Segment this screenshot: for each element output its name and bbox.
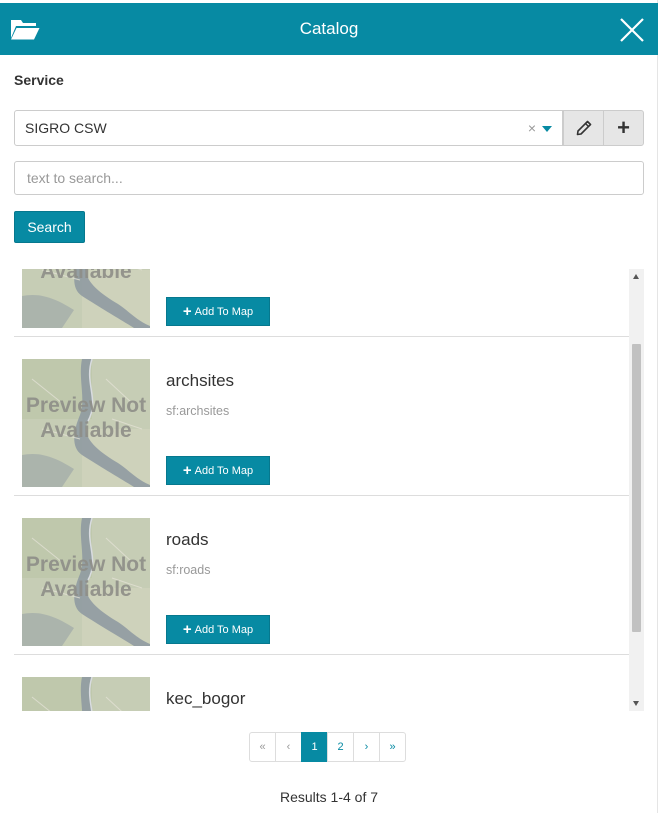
prev-page-button[interactable]: ‹ <box>275 732 302 762</box>
search-button[interactable]: Search <box>14 211 85 243</box>
plus-icon: + <box>182 303 192 320</box>
preview-text-line: Avaliable <box>40 578 132 601</box>
record-title: roads <box>166 530 209 549</box>
results-list: Preview NotAvaliable+Add To Map Preview … <box>14 269 629 711</box>
chevron-down-icon[interactable] <box>542 126 552 132</box>
edit-service-button[interactable] <box>563 110 604 146</box>
first-page-button[interactable]: « <box>249 732 276 762</box>
add-to-map-label: Add To Map <box>194 306 254 318</box>
record-thumbnail: Preview NotAvaliable <box>22 269 150 328</box>
record-item: Preview Not Avaliable archsites sf:archsite… <box>14 337 629 496</box>
scroll-down-icon[interactable] <box>633 701 639 706</box>
record-title: kec_bogor <box>166 689 246 708</box>
map-thumbnail-icon <box>22 677 150 711</box>
preview-text-line: Avaliable <box>40 419 132 442</box>
page-button-2[interactable]: 2 <box>327 732 354 762</box>
add-service-button[interactable]: + <box>603 110 644 146</box>
next-page-button[interactable]: › <box>353 732 380 762</box>
page-button-1[interactable]: 1 <box>301 732 328 762</box>
plus-icon: + <box>182 621 192 638</box>
close-icon[interactable] <box>620 18 644 42</box>
catalog-panel: Catalog Service SIGRO CSW × + Search Pre… <box>0 0 658 813</box>
preview-unavailable-text: Preview NotAvaliable <box>22 269 150 284</box>
add-to-map-button[interactable]: + Add To Map <box>166 297 270 326</box>
record-item: Preview Not Avaliable roads sf:roads + Add To… <box>14 496 629 655</box>
catalog-title: Catalog <box>299 19 359 38</box>
record-title: archsites <box>166 371 235 390</box>
pencil-icon <box>576 120 591 136</box>
add-to-map-label: Add To Map <box>194 465 254 477</box>
results-scrollbar[interactable] <box>629 269 644 711</box>
plus-icon: + <box>182 462 192 479</box>
preview-text-line: Preview Not <box>25 394 147 417</box>
add-to-map-button[interactable]: + Add To Map <box>166 615 270 644</box>
preview-unavailable-text: Preview NotAvaliable <box>22 552 150 602</box>
catalog-header: Catalog <box>0 3 658 55</box>
scroll-up-icon[interactable] <box>633 274 639 279</box>
pagination: « ‹ 1 2 › » <box>249 732 406 762</box>
service-select[interactable]: SIGRO CSW × <box>14 110 563 146</box>
add-to-map-label: Add To Map <box>194 624 254 636</box>
record-identifier: sf:archsites <box>166 404 230 418</box>
preview-text-line: Avaliable <box>40 269 132 283</box>
record-thumbnail: Preview NotAvaliable <box>22 518 150 646</box>
results-count: Results 1-4 of 7 <box>279 789 379 805</box>
preview-unavailable-text: Preview NotAvaliable <box>22 393 150 443</box>
search-input[interactable] <box>14 161 644 195</box>
service-select-value: SIGRO CSW <box>25 120 107 136</box>
record-thumbnail: Preview NotAvaliable <box>22 677 150 711</box>
record-thumbnail: Preview NotAvaliable <box>22 359 150 487</box>
preview-text-line: Preview Not <box>25 553 147 576</box>
clear-selection-button[interactable]: × <box>528 111 536 145</box>
add-to-map-button[interactable]: + Add To Map <box>166 456 270 485</box>
record-item: Preview NotAvaliable +Add To Map <box>14 269 629 337</box>
record-identifier: sf:roads <box>166 563 211 577</box>
scrollbar-thumb[interactable] <box>632 344 641 632</box>
service-label: Service <box>14 72 64 88</box>
record-item: Preview NotAvaliablekec_bogorsimantra:ke… <box>14 655 629 711</box>
last-page-button[interactable]: » <box>379 732 406 762</box>
